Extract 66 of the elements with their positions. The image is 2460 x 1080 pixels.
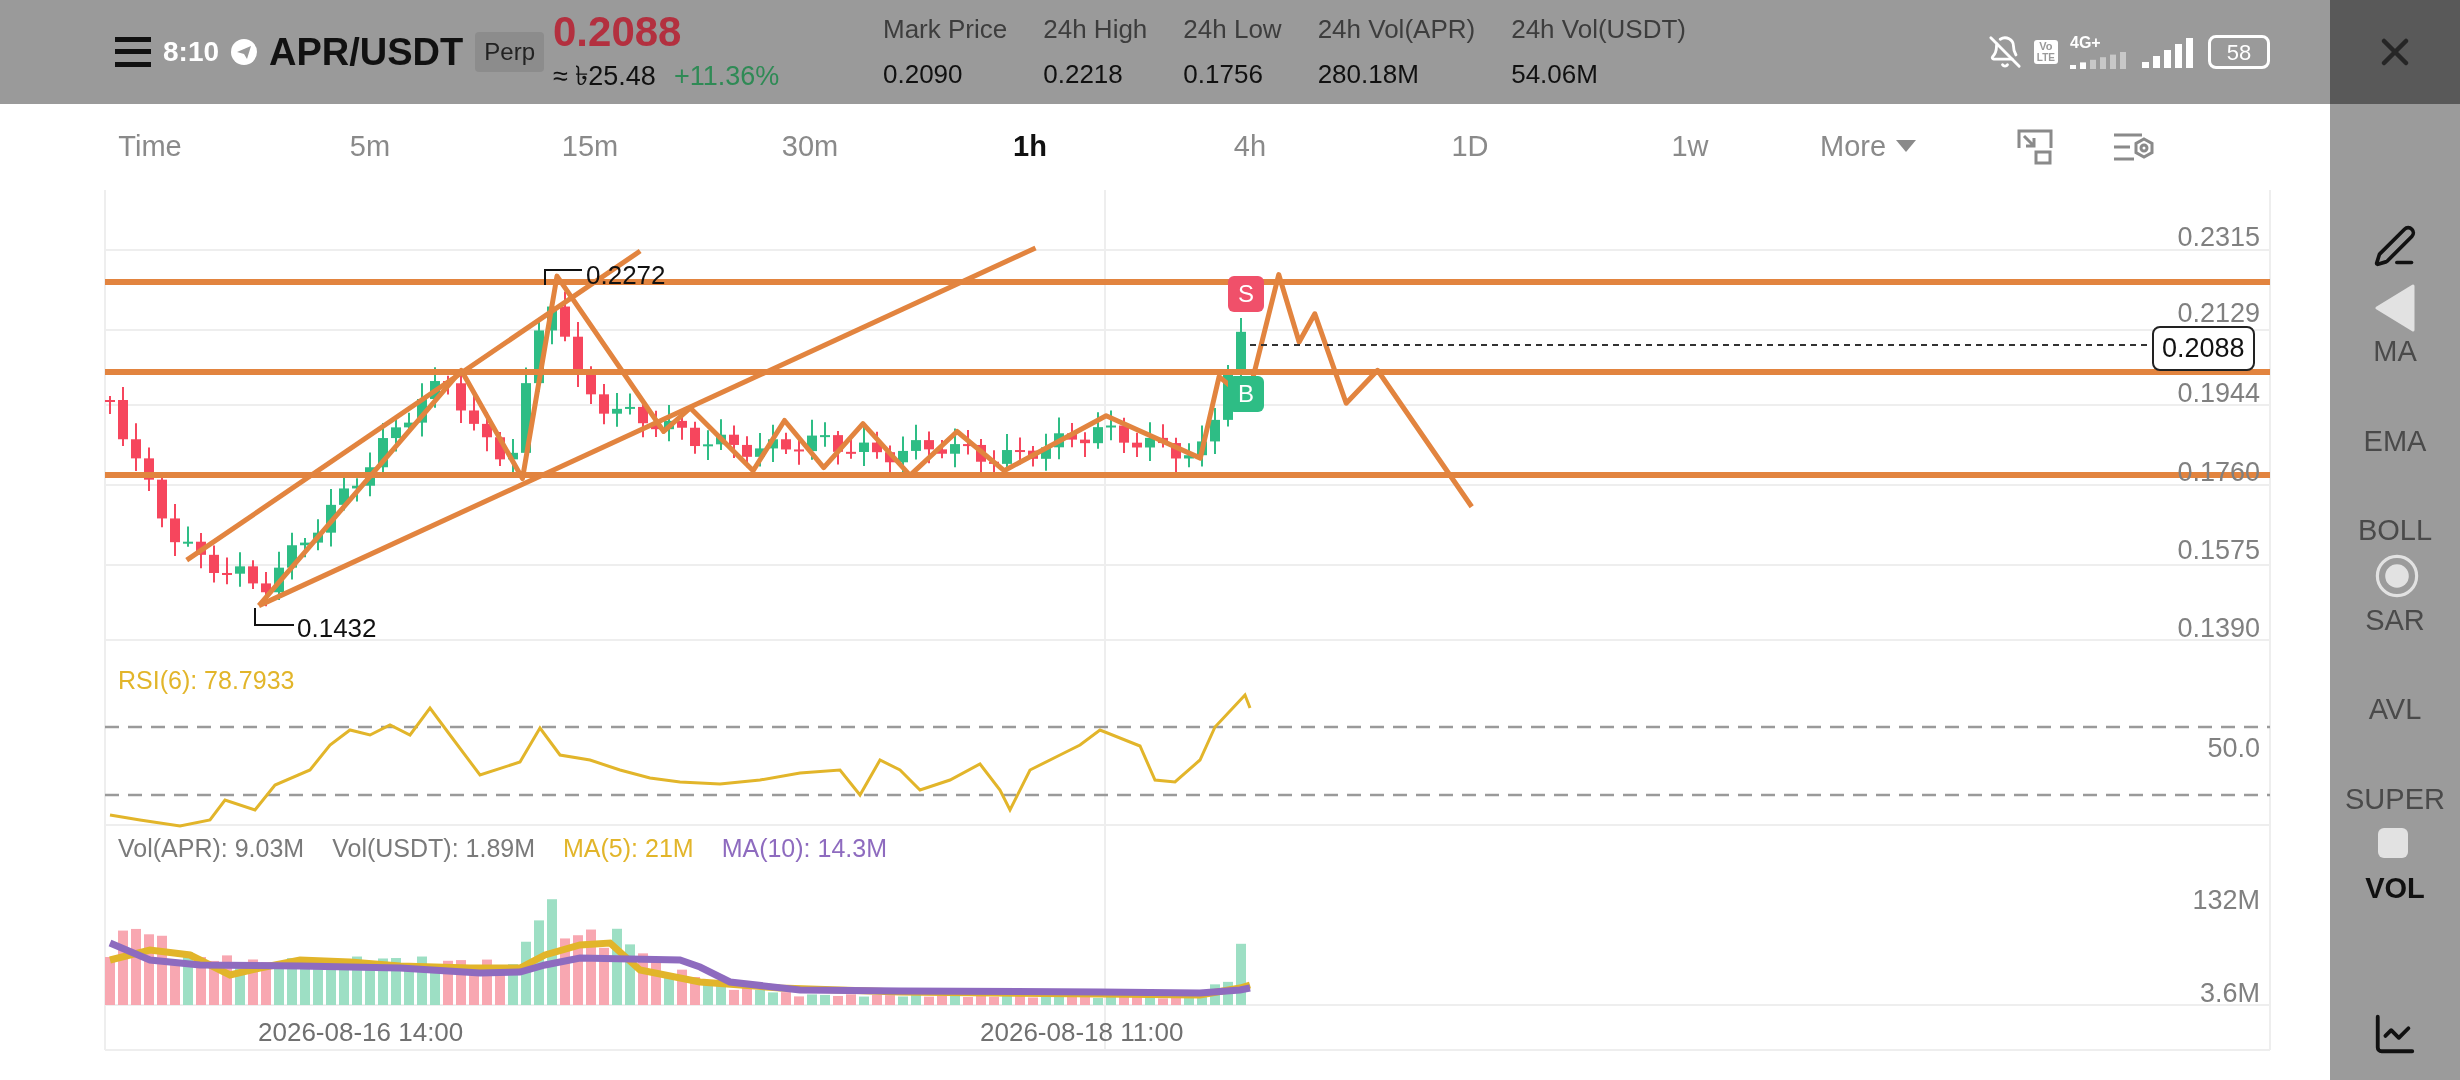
- rsi-label: RSI(6): 78.7933: [118, 665, 295, 696]
- interval-tab[interactable]: 4h: [1140, 125, 1360, 169]
- minimize-icon[interactable]: [2016, 128, 2055, 166]
- back-triangle-icon[interactable]: [2375, 284, 2415, 332]
- volume-axis-label: 3.6M: [2199, 977, 2260, 1010]
- caret-icon: [1896, 140, 1917, 154]
- sell-marker: S: [1228, 276, 1264, 312]
- stat-label: 24h High: [1043, 13, 1148, 46]
- pencil-icon[interactable]: [2373, 224, 2417, 268]
- stat-value: 280.18M: [1317, 58, 1420, 91]
- volume-axis-label: 132M: [2192, 884, 2260, 917]
- stat-value: 54.06M: [1511, 58, 1599, 91]
- indicator-tab[interactable]: MA: [2373, 330, 2417, 374]
- close-button[interactable]: [2330, 0, 2460, 104]
- network-type: 4G+: [2070, 35, 2101, 51]
- last-price: 0.2088: [553, 7, 683, 56]
- interval-tab[interactable]: 1h: [920, 125, 1140, 169]
- time-axis-label: 2026-08-16 14:00: [258, 1016, 464, 1049]
- more-dropdown[interactable]: More: [1820, 125, 1917, 169]
- status-time: 8:10: [163, 35, 220, 69]
- current-price-tag: 0.2088: [2152, 326, 2255, 371]
- indicator-tab[interactable]: EMA: [2363, 419, 2427, 463]
- stat-label: Mark Price: [883, 13, 1008, 46]
- battery-icon: 58: [2208, 35, 2270, 69]
- interval-tab[interactable]: 5m: [260, 125, 480, 169]
- volume-legend-text: MA(10): 14.3M: [721, 833, 887, 864]
- paper-plane-icon: [231, 39, 258, 65]
- indicator-tab[interactable]: SAR: [2365, 598, 2425, 642]
- square-icon[interactable]: [2378, 828, 2408, 858]
- volume-legend-text: MA(5): 21M: [563, 833, 694, 864]
- interval-tab[interactable]: 15m: [480, 125, 700, 169]
- volume-legend-text: Vol(USDT): 1.89M: [332, 833, 536, 864]
- indicator-tab[interactable]: BOLL: [2357, 509, 2433, 553]
- stat-label: 24h Vol(USDT): [1511, 13, 1686, 46]
- bell-off-icon: [1987, 35, 2022, 69]
- home-circle-icon[interactable]: [2375, 554, 2419, 598]
- interval-tab[interactable]: 1D: [1360, 125, 1580, 169]
- signal-icon: [2142, 36, 2196, 68]
- stat-value: 0.1756: [1183, 58, 1264, 91]
- price-axis-label: 0.1390: [2177, 612, 2260, 645]
- stat-value: 0.2090: [883, 58, 964, 91]
- price-axis-label: 0.1575: [2177, 534, 2260, 567]
- stat-label: 24h Low: [1183, 13, 1282, 46]
- indicator-tab[interactable]: VOL: [2365, 867, 2425, 911]
- menu-icon[interactable]: [115, 37, 151, 67]
- indicator-tab[interactable]: SUPER: [2345, 777, 2445, 821]
- volume-legend-text: Vol(APR): 9.03M: [118, 833, 305, 864]
- buy-marker: B: [1228, 376, 1264, 412]
- perp-badge: Perp: [475, 32, 544, 72]
- leader-line: [544, 269, 583, 286]
- price-axis-label: 0.1944: [2177, 377, 2260, 410]
- rsi-axis-label: 50.0: [2207, 732, 2260, 765]
- interval-tab[interactable]: Time: [40, 125, 260, 169]
- price-change: +11.36%: [673, 59, 780, 93]
- price-axis-label: 0.2315: [2177, 221, 2260, 254]
- interval-tab[interactable]: 1w: [1580, 125, 1800, 169]
- fiat-price: ≈ ৳25.48: [553, 59, 656, 93]
- volte-icon: Vo LTE: [2033, 40, 2058, 64]
- time-axis-label: 2026-08-18 11:00: [980, 1016, 1184, 1049]
- stat-label: 24h Vol(APR): [1317, 13, 1476, 46]
- stat-value: 0.2218: [1043, 58, 1124, 91]
- indicator-tab[interactable]: AVL: [2368, 688, 2422, 732]
- interval-tab[interactable]: 30m: [700, 125, 920, 169]
- low-price-label: 0.1432: [297, 612, 377, 645]
- pair-name[interactable]: APR/USDT: [269, 23, 464, 81]
- leader-line: [254, 607, 295, 626]
